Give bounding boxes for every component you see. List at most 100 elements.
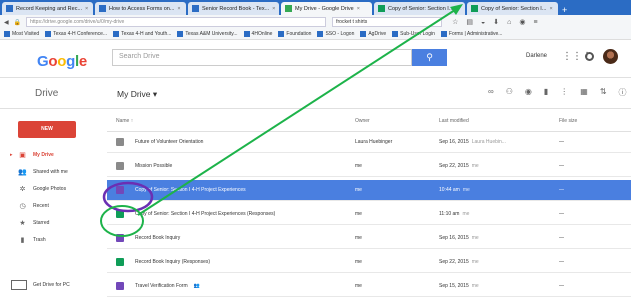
file-size: — [559,187,564,193]
delete-icon[interactable]: ▮ [544,87,548,98]
sidebar-item-google-photos[interactable]: ✲ Google Photos [0,181,107,196]
user-name[interactable]: Darlene [526,53,547,59]
sidebar-icon: ◷ [19,202,26,210]
bookmark-item[interactable]: Texas 4-H and Youth... [113,31,171,37]
column-size-header[interactable]: File size [559,118,577,124]
sidebar-icon: ✲ [19,185,26,193]
new-tab-icon[interactable]: + [562,5,567,15]
file-owner: me [355,187,362,193]
close-icon[interactable]: × [357,6,360,12]
expand-arrow-icon[interactable]: ▸ [10,152,13,158]
file-owner: me [355,283,362,289]
browser-tab[interactable]: Senior Record Book - Tex... × [188,2,279,15]
file-modified: Sep 15, 2015 me [439,283,479,289]
table-row[interactable]: Travel Verification Form 👥 me Sep 15, 2015 m… [107,276,631,297]
menu-icon[interactable]: ≡ [533,19,537,26]
sidebar-item-label: My Drive [33,151,54,158]
home-icon[interactable]: ⌂ [507,19,511,26]
close-icon[interactable]: × [272,6,275,12]
close-icon[interactable]: × [85,6,88,12]
form-icon [116,282,124,290]
browser-tab[interactable]: My Drive - Google Drive × [281,2,372,15]
url-input[interactable]: https://drive.google.com/drive/u/0/my-dr… [26,17,327,27]
bookmark-label: Forms | Administrative... [448,31,503,37]
link-icon[interactable]: ∞ [488,87,494,98]
table-row[interactable]: Record Book Inquiry me Sep 16, 2015 me — [107,228,631,249]
table-row[interactable]: Future of Volunteer Orientation Laura Hue… [107,132,631,153]
bookmark-item[interactable]: Texas A&M University... [177,31,238,37]
column-modified-header[interactable]: Last modified [439,118,469,124]
sidebar-item-recent[interactable]: ◷ Recent [0,198,107,213]
table-row[interactable]: Mission Possible me Sep 22, 2015 me — [107,156,631,177]
bookmark-label: Foundation [286,31,312,37]
file-modified-by: me [462,211,470,217]
browser-tab[interactable]: Copy of Senior: Section I... × [374,2,465,15]
sort-icon[interactable]: ⇅ [600,87,607,98]
file-modified-date: Sep 16, 2015 [439,139,469,145]
browser-tab[interactable]: Record Keeping and Rec... × [2,2,93,15]
sidebar-item-trash[interactable]: ▮ Trash [0,232,107,247]
bookmark-item[interactable]: SSO - Logon [317,31,354,37]
grid-view-icon[interactable]: ▦ [580,87,588,98]
file-size: — [559,211,564,217]
back-icon[interactable]: ◀ [4,19,9,26]
more-icon[interactable]: ⋮ [560,87,568,98]
bookmark-item[interactable]: Most Visited [4,31,39,37]
bookmark-item[interactable]: Foundation [278,31,311,37]
search-button[interactable]: ⚲ [412,49,447,66]
close-icon[interactable]: × [456,6,459,12]
browser-tab[interactable]: How to Access Forms on... × [95,2,186,15]
form-icon [116,234,124,242]
sidebar-item-shared-with-me[interactable]: 👥 Shared with me [0,164,107,179]
file-name-text: Future of Volunteer Orientation [135,139,204,145]
bookmark-item[interactable]: 4HOnline [243,31,272,37]
sidebar-icon: ★ [19,219,26,227]
bookmark-item[interactable]: AgDrive [360,31,386,37]
close-icon[interactable]: × [549,6,552,12]
get-drive-link[interactable]: Get Drive for PC [11,280,70,290]
bookmark-item[interactable]: Texas 4-H Conference... [45,31,107,37]
star-icon[interactable]: ☆ [452,18,458,26]
sidebar-item-my-drive[interactable]: ▸ ▣ My Drive [0,147,107,162]
drive-search-input[interactable]: Search Drive [112,49,412,66]
table-row[interactable]: Copy of Senior: Section I 4-H Project Ex… [107,204,631,225]
google-logo[interactable]: Google [37,53,87,70]
column-name-header[interactable]: Name ↑ [116,118,133,124]
pocket-icon[interactable]: ◒ [481,19,485,26]
file-owner: Laura Huebinger [355,139,393,145]
share-icon[interactable]: ⚇ [506,87,513,98]
file-modified-by: Laura Huebin... [471,139,506,145]
tab-favicon-icon [285,5,292,12]
bookmark-item[interactable]: Forms | Administrative... [440,31,503,37]
table-row[interactable]: Copy of Senior: Section I 4-H Project Ex… [107,180,631,201]
sidebar-item-label: Google Photos [33,185,67,192]
notifications-icon[interactable] [585,52,594,61]
avatar[interactable] [603,49,618,64]
file-name: Record Book Inquiry [135,235,180,241]
bookmark-list-icon[interactable]: ▤ [466,18,473,26]
sidebar-item-starred[interactable]: ★ Starred [0,215,107,230]
file-owner: me [355,235,362,241]
sync-icon[interactable]: ◉ [519,18,525,26]
new-button[interactable]: NEW [18,121,76,138]
form-icon [116,186,124,194]
browser-search-input[interactable]: frocket t shirts [332,17,443,27]
browser-tab[interactable]: Copy of Senior: Section I... × [467,2,558,15]
my-drive-dropdown[interactable]: My Drive ▾ [117,89,157,100]
download-icon[interactable]: ⬇ [493,18,499,26]
close-icon[interactable]: × [177,6,180,12]
table-row[interactable]: Record Book Inquiry (Responses) me Sep 22,… [107,252,631,273]
file-modified-date: Sep 22, 2015 [439,259,469,265]
bookmark-label: SSO - Logon [325,31,355,37]
bookmark-item[interactable]: Sub-User Login [392,31,435,37]
sheet-icon [116,210,124,218]
bookmark-favicon-icon [4,31,10,37]
file-name-text: Record Book Inquiry [135,235,181,241]
file-modified-date: Sep 16, 2015 [439,235,469,241]
file-owner: me [355,211,362,217]
preview-icon[interactable]: ◉ [525,87,532,98]
column-owner-header[interactable]: Owner [355,118,370,124]
get-drive-label: Get Drive for PC [33,282,70,288]
file-name-text: Mission Possible [135,163,173,169]
info-icon[interactable]: ⓘ [619,87,627,98]
